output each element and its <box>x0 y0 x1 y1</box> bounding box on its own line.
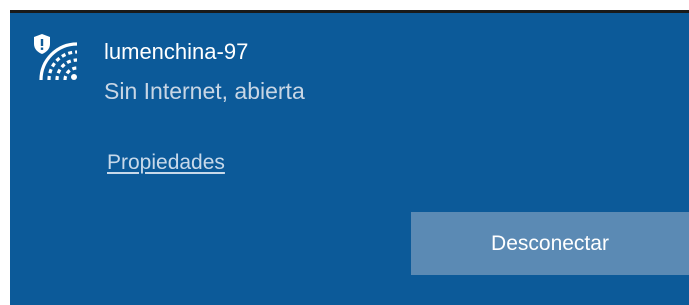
network-status: Sin Internet, abierta <box>104 78 305 104</box>
network-flyout-panel: lumenchina-97 Sin Internet, abierta Prop… <box>10 10 689 305</box>
wifi-shield-icon <box>30 33 80 83</box>
disconnect-button-label: Desconectar <box>491 231 609 255</box>
properties-link[interactable]: Propiedades <box>107 150 225 176</box>
network-name: lumenchina-97 <box>104 39 249 64</box>
disconnect-button[interactable]: Desconectar <box>411 212 689 275</box>
